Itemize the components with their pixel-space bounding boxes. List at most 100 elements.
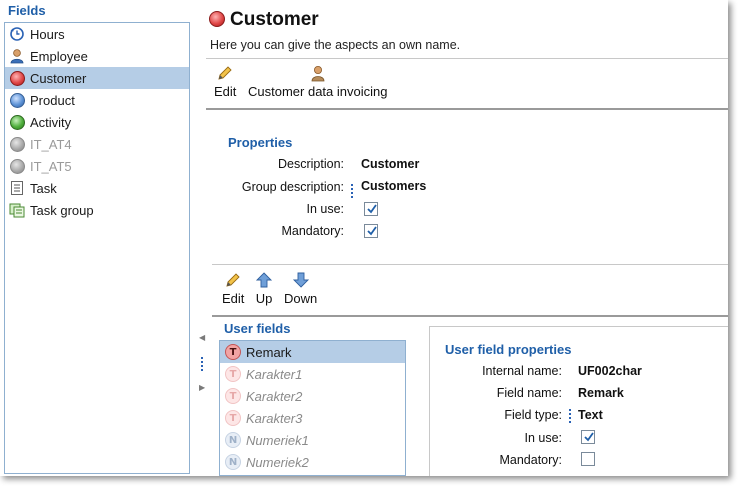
field-item-label: Hours [30, 26, 65, 42]
edit-label: Edit [222, 291, 245, 306]
in-use-checkbox[interactable] [364, 202, 378, 216]
field-item-activity[interactable]: Activity [5, 111, 189, 133]
mandatory-label: Mandatory: [499, 453, 562, 467]
move-down-button[interactable]: Down [284, 270, 317, 306]
checkmark-icon [367, 226, 377, 236]
pencil-icon [216, 63, 234, 83]
divider [206, 58, 728, 59]
field-item-it-at4[interactable]: IT_AT4 [5, 133, 189, 155]
in-use-label: In use: [524, 431, 562, 445]
field-item-hours[interactable]: Hours [5, 23, 189, 45]
field-item-label: Customer [30, 70, 87, 86]
field-item-label: Task group [30, 202, 94, 218]
user-field-item[interactable]: T Karakter1 [220, 363, 405, 385]
field-item-label: Product [30, 92, 75, 108]
splitter-handle[interactable] [351, 184, 354, 200]
user-field-label: Remark [246, 344, 292, 360]
properties-title: Properties [228, 135, 293, 150]
mandatory-checkbox[interactable] [364, 224, 378, 238]
person-icon [309, 63, 327, 83]
text-type-icon: T [225, 410, 241, 426]
user-field-item[interactable]: T Karakter3 [220, 407, 405, 429]
pencil-icon [224, 270, 242, 290]
in-use-label: In use: [306, 202, 344, 216]
internal-name-label: Internal name: [482, 364, 562, 378]
splitter-handle[interactable] [201, 357, 204, 373]
field-item-label: IT_AT5 [30, 158, 72, 174]
fields-list: Hours Employee Customer Product Activity… [4, 22, 190, 474]
user-fields-title: User fields [224, 321, 291, 336]
edit-label: Edit [214, 84, 237, 99]
internal-name-value: UF002char [578, 364, 642, 378]
numeric-type-icon: N [225, 432, 241, 448]
gray-ball-icon [9, 136, 25, 152]
field-item-label: Employee [30, 48, 88, 64]
red-ball-icon [209, 11, 225, 30]
blue-ball-icon [9, 92, 25, 108]
text-type-icon: T [225, 388, 241, 404]
field-item-it-at5[interactable]: IT_AT5 [5, 155, 189, 177]
user-field-properties-title: User field properties [445, 342, 572, 357]
fields-title: Fields [8, 3, 46, 18]
field-item-label: Activity [30, 114, 72, 130]
field-item-label: Task [30, 180, 57, 196]
user-field-in-use-checkbox[interactable] [581, 430, 595, 444]
user-field-item[interactable]: N Numeriek2 [220, 451, 405, 473]
user-field-label: Karakter1 [246, 366, 303, 382]
user-field-item[interactable]: T Remark [220, 341, 405, 363]
toolbar-divider [212, 315, 728, 317]
field-item-label: IT_AT4 [30, 136, 72, 152]
up-label: Up [255, 291, 273, 306]
splitter-handle[interactable] [569, 409, 572, 425]
user-field-label: Numeriek2 [246, 454, 309, 470]
field-name-label: Field name: [496, 386, 562, 400]
checkmark-icon [367, 204, 377, 214]
description-label: Description: [278, 157, 344, 171]
user-field-item[interactable]: T Karakter2 [220, 385, 405, 407]
group-description-value: Customers [361, 179, 427, 193]
arrow-up-icon [255, 270, 273, 290]
field-item-employee[interactable]: Employee [5, 45, 189, 67]
user-field-label: Karakter3 [246, 410, 303, 426]
field-item-task-group[interactable]: Task group [5, 199, 189, 221]
toolbar-divider [206, 108, 728, 110]
gray-ball-icon [9, 158, 25, 174]
red-ball-icon [9, 70, 25, 86]
page-title: Customer [230, 9, 319, 30]
person-icon [9, 48, 25, 64]
green-ball-icon [9, 114, 25, 130]
customer-data-invoicing-label: Customer data invoicing [248, 84, 388, 99]
divider [212, 264, 728, 265]
down-label: Down [284, 291, 318, 306]
checkmark-icon [584, 432, 594, 442]
list-icon [9, 180, 25, 196]
expand-right-icon[interactable]: ▶ [199, 383, 205, 392]
field-item-product[interactable]: Product [5, 89, 189, 111]
group-description-label: Group description: [241, 180, 344, 194]
user-field-label: Karakter2 [246, 388, 303, 404]
user-field-label: Numeriek1 [246, 432, 309, 448]
field-item-customer[interactable]: Customer [5, 67, 189, 89]
customer-data-invoicing-button[interactable]: Customer data invoicing [248, 63, 387, 99]
edit-button[interactable]: Edit [214, 63, 236, 99]
text-type-icon: T [225, 366, 241, 382]
user-field-mandatory-checkbox[interactable] [581, 452, 595, 466]
move-up-button[interactable]: Up [255, 270, 273, 306]
numeric-type-icon: N [225, 454, 241, 470]
field-name-value: Remark [578, 386, 624, 400]
field-item-task[interactable]: Task [5, 177, 189, 199]
field-type-value: Text [578, 408, 603, 422]
user-field-item[interactable]: N Numeriek1 [220, 429, 405, 451]
task-group-icon [9, 202, 25, 218]
page-subtitle: Here you can give the aspects an own nam… [210, 38, 461, 52]
field-type-label: Field type: [504, 408, 562, 422]
collapse-left-icon[interactable]: ◀ [199, 333, 205, 342]
description-value: Customer [361, 157, 420, 171]
user-fields-list: T Remark T Karakter1 T Karakter2 T Karak… [219, 340, 406, 476]
arrow-down-icon [292, 270, 310, 290]
clock-refresh-icon [9, 26, 25, 42]
mandatory-label: Mandatory: [281, 224, 344, 238]
text-type-icon: T [225, 344, 241, 360]
window: Fields Hours Employee Customer Product A… [0, 0, 728, 476]
edit-user-field-button[interactable]: Edit [222, 270, 244, 306]
